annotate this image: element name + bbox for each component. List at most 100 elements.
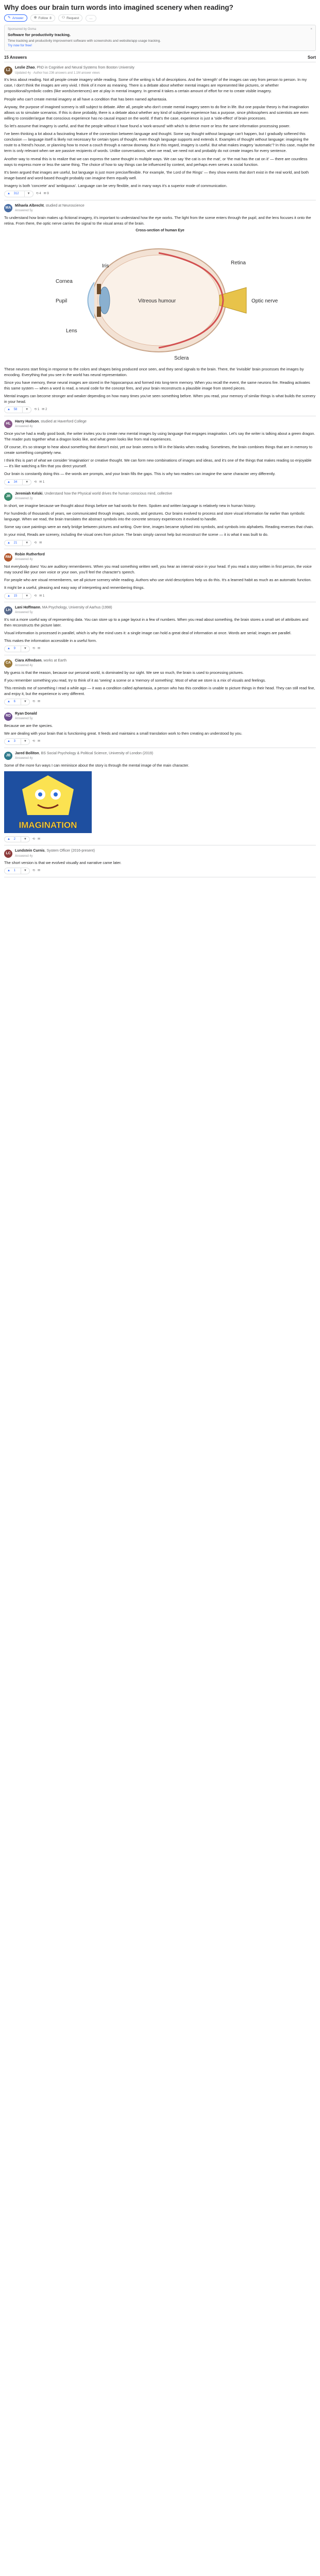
comment-button[interactable]: ✉ bbox=[38, 837, 40, 842]
share-button[interactable]: ⟲ 4 bbox=[36, 192, 41, 196]
sponsor-link[interactable]: Try now for free! bbox=[8, 43, 312, 48]
author-name[interactable]: Robin Rutherford bbox=[15, 553, 45, 556]
comment-button[interactable]: ✉ 2 bbox=[42, 408, 47, 412]
answer-footer: ▲ 9 ▼ ⟲ ✉ bbox=[4, 646, 316, 653]
upvote-button[interactable]: ▲ 58 bbox=[5, 407, 23, 413]
share-button[interactable]: ⟲ bbox=[34, 594, 37, 599]
comment-button[interactable]: ✉ bbox=[38, 647, 40, 651]
downvote-button[interactable]: ▼ bbox=[23, 480, 31, 485]
comment-button[interactable]: ✉ bbox=[39, 541, 42, 546]
author-credential: , Understand how the Physical world driv… bbox=[42, 492, 173, 496]
downvote-button[interactable]: ▼ bbox=[23, 540, 31, 546]
author-credential: , System Officer (2016-present) bbox=[44, 849, 95, 853]
share-button[interactable]: ⟲ bbox=[32, 739, 35, 744]
author-name[interactable]: Leslie Zhao bbox=[15, 66, 35, 70]
downvote-button[interactable]: ▼ bbox=[21, 699, 29, 705]
share-button[interactable]: ⟲ bbox=[34, 480, 37, 485]
eye-diagram: Cross-section of human Eye Cornea Pupil Len… bbox=[4, 228, 316, 364]
avatar[interactable]: LH bbox=[4, 606, 12, 615]
downvote-button[interactable]: ▼ bbox=[21, 837, 29, 842]
request-button[interactable]: ⚇ Request bbox=[58, 14, 83, 22]
answer-paragraph: These neurons start firing in response t… bbox=[4, 366, 304, 377]
author-block: Lundstein Curnis, System Officer (2016-p… bbox=[15, 849, 95, 858]
answer-button[interactable]: ✎ Answer bbox=[4, 14, 27, 22]
answer-meta: Answered 4y bbox=[15, 854, 33, 858]
answer-paragraph: For people who are visual rememberers, w… bbox=[4, 578, 312, 583]
vote-control: ▲ 312 ▼ bbox=[4, 191, 33, 197]
comment-button[interactable]: ✉ bbox=[38, 869, 40, 873]
upvote-button[interactable]: ▲ 2 bbox=[5, 836, 21, 842]
upvote-button[interactable]: ▲ 34 bbox=[5, 479, 23, 485]
answer-card: LC Lundstein Curnis, System Officer (2016… bbox=[4, 845, 316, 878]
avatar[interactable]: HL bbox=[4, 420, 12, 429]
downvote-button[interactable]: ▼ bbox=[23, 594, 31, 599]
answer-paragraph: Imagery is both 'concrete' and 'ambiguou… bbox=[4, 183, 228, 188]
author-line: Harry Hudson, studied at Haverford Colle… bbox=[15, 419, 87, 425]
more-button[interactable]: … bbox=[86, 14, 96, 22]
author-name[interactable]: Mihaela Albrecht bbox=[15, 204, 44, 208]
author-name[interactable]: Lundstein Curnis bbox=[15, 849, 45, 853]
page: Why does our brain turn words into imagi… bbox=[0, 0, 320, 883]
avatar[interactable]: CA bbox=[4, 659, 12, 668]
answer-paragraph: Another way to reveal this is to realize… bbox=[4, 156, 308, 167]
answer-body: My guess is that the reason, because our… bbox=[4, 670, 316, 697]
close-icon[interactable]: × bbox=[310, 27, 312, 32]
comment-button[interactable]: ✉ bbox=[38, 739, 40, 744]
downvote-button[interactable]: ▼ bbox=[21, 646, 29, 652]
answer-header: LC Lundstein Curnis, System Officer (2016… bbox=[4, 849, 316, 858]
follow-button[interactable]: ⊕ Follow 8 bbox=[30, 14, 55, 22]
label-vitreous: Vitreous humour bbox=[138, 298, 176, 304]
author-credential: , studied at Neuroscience bbox=[43, 204, 85, 208]
avatar[interactable]: RD bbox=[4, 712, 12, 721]
upvote-button[interactable]: ▲ 15 bbox=[5, 593, 23, 599]
imagination-text: IMAGINATION bbox=[19, 820, 77, 830]
comment-button[interactable]: ✉ 1 bbox=[39, 594, 44, 599]
answer-body: In short, we imagine because we thought … bbox=[4, 503, 316, 538]
upvote-button[interactable]: ▲ 1 bbox=[5, 868, 21, 874]
avatar[interactable]: LZ bbox=[4, 66, 12, 75]
author-name[interactable]: Harry Hudson bbox=[15, 420, 39, 423]
downvote-button[interactable]: ▼ bbox=[23, 407, 31, 413]
answer-card: HL Harry Hudson, studied at Haverford Col… bbox=[4, 416, 316, 489]
upvote-button[interactable]: ▲ 21 bbox=[5, 540, 23, 546]
upvote-button[interactable]: ▲ 3 bbox=[5, 739, 21, 744]
upvote-button[interactable]: ▲ 9 bbox=[5, 646, 21, 652]
author-name[interactable]: Ciara Alfredsen bbox=[15, 659, 41, 663]
avatar[interactable]: MA bbox=[4, 204, 12, 213]
sponsored-ad[interactable]: Sponsored by Ooma × Software for product… bbox=[4, 25, 316, 51]
sort-button[interactable]: Sort bbox=[308, 55, 316, 61]
avatar[interactable]: JR bbox=[4, 492, 12, 501]
label-iris: Iris bbox=[102, 263, 109, 269]
answer-paragraph: Some say cave paintings were an early br… bbox=[4, 524, 314, 530]
avatar[interactable]: LC bbox=[4, 849, 12, 858]
share-button[interactable]: ⟲ 1 bbox=[34, 408, 39, 412]
author-block: Mihaela Albrecht, studied at Neuroscienc… bbox=[15, 204, 85, 213]
answer-paragraph: In short, we imagine because we thought … bbox=[4, 503, 256, 509]
share-button[interactable]: ⟲ bbox=[34, 541, 37, 546]
author-name[interactable]: Lani Hoffmann bbox=[15, 606, 40, 609]
answer-header: MA Mihaela Albrecht, studied at Neuroscie… bbox=[4, 204, 316, 213]
comment-button[interactable]: ✉ 9 bbox=[44, 192, 49, 196]
share-button[interactable]: ⟲ bbox=[32, 647, 35, 651]
answer-paragraph: This makes the information accessible in… bbox=[4, 638, 97, 643]
upvote-button[interactable]: ▲ 6 bbox=[5, 699, 21, 705]
avatar[interactable]: RM bbox=[4, 553, 12, 562]
author-name[interactable]: Ryan Donald bbox=[15, 712, 37, 716]
share-button[interactable]: ⟲ bbox=[32, 837, 35, 842]
downvote-button[interactable]: ▼ bbox=[21, 739, 29, 744]
avatar[interactable]: JB bbox=[4, 752, 12, 760]
iris-top bbox=[97, 283, 101, 294]
comment-button[interactable]: ✉ bbox=[38, 700, 40, 704]
author-name[interactable]: Jeremiah Kelski bbox=[15, 492, 42, 496]
upvote-button[interactable]: ▲ 312 bbox=[5, 191, 25, 197]
answer-paragraph: The short version is that we evolved vis… bbox=[4, 860, 122, 866]
share-button[interactable]: ⟲ bbox=[32, 700, 35, 704]
eye-cross-section: Cornea Pupil Lens Iris Retina Optic nerve Vitr… bbox=[56, 248, 278, 361]
answer-header: LH Lani Hoffmann, MA Psychology, Universi… bbox=[4, 605, 316, 615]
answer-paragraph: Anyway, the purpose of imagined scenery … bbox=[4, 104, 309, 121]
author-name[interactable]: Jared Bolliton bbox=[15, 752, 39, 755]
downvote-button[interactable]: ▼ bbox=[21, 868, 29, 874]
share-button[interactable]: ⟲ bbox=[32, 869, 35, 873]
downvote-button[interactable]: ▼ bbox=[25, 191, 33, 197]
comment-button[interactable]: ✉ 1 bbox=[39, 480, 44, 485]
